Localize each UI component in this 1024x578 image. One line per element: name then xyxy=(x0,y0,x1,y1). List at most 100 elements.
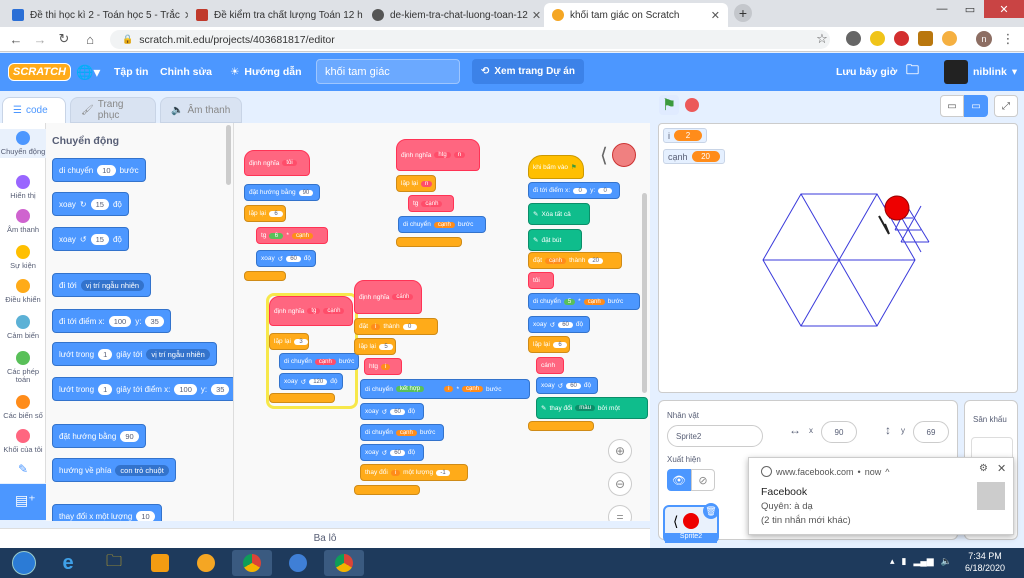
pinterest-icon[interactable] xyxy=(894,31,909,46)
browser-tab[interactable]: Đề thi học kì 2 - Toán học 5 - Trắc ✕ xyxy=(4,3,188,27)
menu-file[interactable]: Tập tin xyxy=(114,53,148,91)
extension-icon[interactable] xyxy=(918,31,933,46)
block-pen-change-color[interactable]: ✎ thay đổi màu bởi một xyxy=(536,397,648,419)
workspace-scrollbar[interactable] xyxy=(642,193,647,393)
menu-edit[interactable]: Chỉnh sửa xyxy=(160,53,212,91)
define-block[interactable]: định nghĩa tg cạnh xyxy=(269,296,353,326)
category-events[interactable]: Sự kiện xyxy=(0,245,46,270)
block-set-variable[interactable]: đặt cạnh thành 20 xyxy=(528,252,622,269)
url-field[interactable]: 🔒 scratch.mit.edu/projects/403681817/edi… xyxy=(110,30,830,49)
category-control[interactable]: Điều khiển xyxy=(0,279,46,304)
home-icon[interactable]: ⌂ xyxy=(80,29,100,49)
menu-tutorials[interactable]: ☀ Hướng dẫn xyxy=(230,53,302,91)
sprite-x-input[interactable]: 90 xyxy=(821,421,857,443)
tray-arrow-icon[interactable]: ▴ xyxy=(890,556,895,567)
volume-icon[interactable]: 🔈 xyxy=(941,556,952,567)
category-operators[interactable]: Các phép toán xyxy=(0,351,46,384)
block-point-towards[interactable]: hướng về phía con trỏ chuột xyxy=(52,458,176,482)
block-turn-left[interactable]: xoay ↺ 60 độ xyxy=(528,316,590,333)
call-block[interactable]: tg cạnh xyxy=(408,195,454,212)
block-move-steps[interactable]: di chuyển kết hợp i * cạnh bước xyxy=(360,379,530,399)
stop-sign-icon[interactable] xyxy=(685,98,699,112)
normal-stage-icon[interactable]: ▭ xyxy=(964,95,988,117)
block-change-x[interactable]: thay đổi x một lượng 10 xyxy=(52,504,162,521)
network-icon[interactable]: ▮ xyxy=(902,556,907,567)
add-extension-button[interactable]: ▤⁺ xyxy=(0,484,46,520)
category-sensing[interactable]: Cảm biến xyxy=(0,315,46,340)
block-move-steps[interactable]: di chuyển 5 * cạnh bước xyxy=(528,293,640,310)
define-block[interactable]: định nghĩa tôi xyxy=(244,150,310,176)
bookmark-star-icon[interactable]: ☆ xyxy=(812,29,832,49)
project-title-input[interactable]: khối tam giác xyxy=(316,59,460,84)
define-block[interactable]: định nghĩa htg n xyxy=(396,139,480,171)
browser-tab[interactable]: Đề kiểm tra chất lượng Toán 12 h ✕ xyxy=(188,3,364,27)
block-repeat[interactable]: lặp lại n xyxy=(396,175,436,192)
pen-extension-icon[interactable]: ✎ xyxy=(0,463,46,475)
media-player-icon[interactable] xyxy=(140,550,180,576)
account-menu[interactable]: niblink ▾ xyxy=(944,53,1017,91)
block-repeat[interactable]: lặp lại 6 xyxy=(244,205,286,222)
ie-icon[interactable]: e xyxy=(48,550,88,576)
block-goto-xy[interactable]: đi tới điểm x: 100 y: 35 xyxy=(52,309,171,333)
extension-icon[interactable] xyxy=(942,31,957,46)
explorer-folder-icon[interactable]: 🗀 xyxy=(94,550,134,576)
block-turn-left[interactable]: xoay ↺ 15 độ xyxy=(52,227,129,251)
chrome-taskbar-icon[interactable] xyxy=(324,550,364,576)
block-point-direction[interactable]: đặt hướng bằng 90 xyxy=(52,424,146,448)
see-project-page-button[interactable]: ⟲ Xem trang Dự án xyxy=(472,59,584,84)
new-tab-button[interactable]: + xyxy=(734,4,752,22)
tab-code[interactable]: ☰ code xyxy=(2,97,66,123)
reload-icon[interactable]: ↻ xyxy=(54,29,74,49)
call-block[interactable]: cánh xyxy=(536,357,564,374)
block-turn-left[interactable]: xoay ↺ 60 độ xyxy=(360,444,424,461)
scratch-logo[interactable]: SCRATCH xyxy=(8,63,71,81)
zoom-in-icon[interactable]: ⊕ xyxy=(608,439,632,463)
zoom-reset-icon[interactable]: = xyxy=(608,505,632,521)
block-point-direction[interactable]: đặt hướng bằng 90 xyxy=(244,184,320,201)
block-goto-xy[interactable]: đi tới điểm x: 0 y: 0 xyxy=(528,182,620,199)
green-flag-icon[interactable]: ⚑ xyxy=(659,95,679,115)
close-tab-icon[interactable]: ✕ xyxy=(528,9,541,22)
block-move-steps[interactable]: di chuyển cạnh bước xyxy=(360,424,444,441)
block-pen-down[interactable]: ✎ đặt bút xyxy=(528,229,582,251)
block-goto[interactable]: đi tới vị trí ngẫu nhiên xyxy=(52,273,152,297)
zoom-out-icon[interactable]: ⊖ xyxy=(608,472,632,496)
block-glide[interactable]: lướt trong 1 giây tới vị trí ngẫu nhiên xyxy=(52,342,217,366)
block-repeat[interactable]: lặp lại 5 xyxy=(354,338,396,355)
chrome-taskbar-icon[interactable] xyxy=(232,550,272,576)
code-workspace[interactable]: định nghĩa tôi đặt hướng bằng 90 lặp lại 6 … xyxy=(234,123,650,521)
clock[interactable]: 7:34 PM 6/18/2020 xyxy=(960,550,1010,574)
tab-costumes[interactable]: 🖌 Trang phục xyxy=(70,97,156,123)
block-move-steps[interactable]: di chuyển cạnh bước xyxy=(398,216,486,233)
when-flag-clicked-hat[interactable]: khi bấm vào ⚑ xyxy=(528,155,584,179)
category-my-blocks[interactable]: Khối của tôi xyxy=(0,429,46,454)
back-icon[interactable]: ← xyxy=(6,29,26,49)
block-pen-clear[interactable]: ✎ Xóa tất cả xyxy=(528,203,590,225)
small-stage-icon[interactable]: ▭ xyxy=(940,95,964,117)
browser-tab[interactable]: de-kiem-tra-chat-luong-toan-12 ✕ xyxy=(364,3,544,27)
category-variables[interactable]: Các biến số xyxy=(0,395,46,420)
close-tab-icon[interactable]: ✕ xyxy=(180,9,188,22)
profile-avatar[interactable]: n xyxy=(976,31,992,47)
block-glide-xy[interactable]: lướt trong 1 giây tới điểm x: 100 y: 35 xyxy=(52,377,233,401)
block-turn-left[interactable]: xoay ↺ 120 độ xyxy=(279,373,343,390)
block-turn-left[interactable]: xoay ↺ 60 độ xyxy=(256,250,316,267)
hide-eye-icon[interactable]: ⊘ xyxy=(691,469,715,491)
signal-icon[interactable]: ▂▄▆ xyxy=(913,556,933,567)
windows-start-icon[interactable] xyxy=(4,550,44,576)
maximize-icon[interactable]: ▭ xyxy=(956,0,984,18)
show-eye-icon[interactable]: 👁 xyxy=(667,469,691,491)
sprite-name-input[interactable]: Sprite2 xyxy=(667,425,763,447)
sprite-thumbnail[interactable]: ⟨ Sprite2 🗑 xyxy=(663,503,719,543)
close-tab-icon[interactable]: ✕ xyxy=(707,9,720,22)
delete-sprite-icon[interactable]: 🗑 xyxy=(703,503,719,519)
palette-scrollbar[interactable] xyxy=(226,125,231,185)
browser-tab-active[interactable]: khối tam giác on Scratch ✕ xyxy=(544,3,728,27)
extension-icon[interactable] xyxy=(870,31,885,46)
browser-menu-icon[interactable]: ⋮ xyxy=(998,29,1018,49)
extension-icon[interactable] xyxy=(846,31,861,46)
close-notification-icon[interactable]: ✕ xyxy=(997,462,1006,475)
category-looks[interactable]: Hiển thị xyxy=(0,175,46,200)
block-turn-left[interactable]: xoay ↺ 60 độ xyxy=(536,377,598,394)
block-move-steps[interactable]: di chuyển cạnh bước xyxy=(279,353,359,370)
